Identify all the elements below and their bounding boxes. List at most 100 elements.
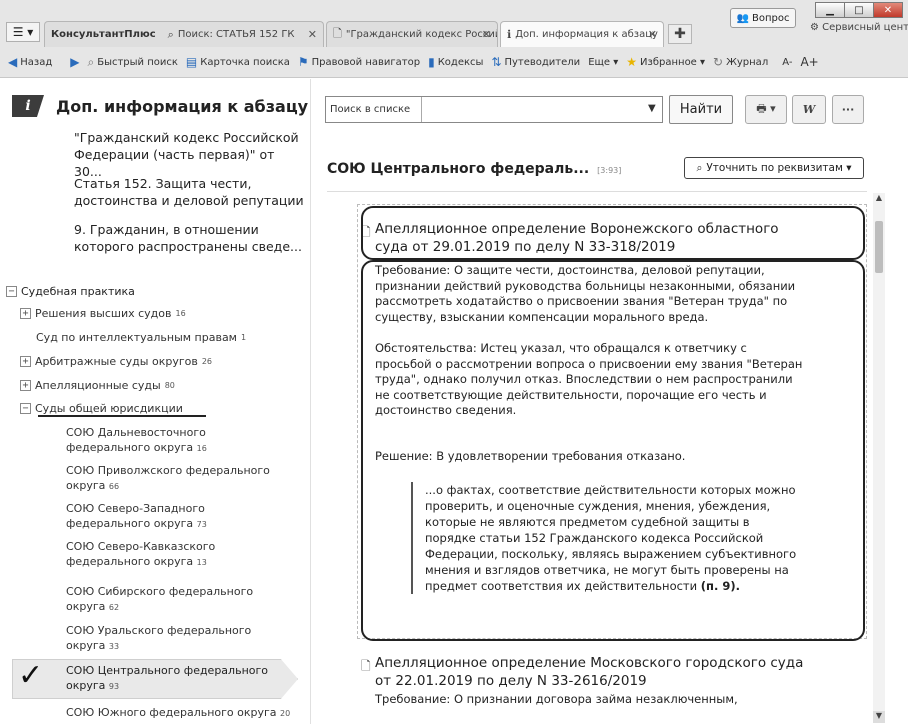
court-item[interactable]: СОЮ Сибирского федерального округа 62	[66, 584, 292, 615]
favorites-label: Избранное ▾	[640, 56, 706, 68]
tree-item-label: Решения высших судов	[35, 307, 172, 320]
left-panel: i Доп. информация к абзацу "Гражданский …	[0, 79, 310, 724]
tree-root-label: Судебная практика	[21, 285, 135, 298]
count-badge: 66	[108, 482, 120, 491]
divider	[421, 97, 422, 122]
new-tab-button[interactable]: ✚	[668, 24, 692, 44]
arrow-left-icon: ◀	[8, 55, 18, 69]
info-icon: i	[12, 95, 44, 117]
tab-civil-code[interactable]: 🗋 "Гражданский кодекс Россий ✕	[326, 21, 498, 47]
right-panel: Поиск в списке ▼ Найти 🖶 ▾ W ··· СОЮ Цен…	[310, 79, 908, 724]
close-tab-icon[interactable]: ✕	[308, 28, 317, 41]
tree-item-label: Арбитражные суды округов	[35, 355, 198, 368]
main-menu-button[interactable]: ☰ ▾	[6, 22, 40, 42]
book-icon: ▮	[428, 55, 435, 69]
quick-search-label: Быстрый поиск	[97, 56, 178, 68]
court-item[interactable]: СОЮ Приволжского федерального округа 66	[66, 463, 292, 494]
legal-navigator-button[interactable]: ⚑ Правовой навигатор	[298, 55, 420, 69]
minimize-icon[interactable]: ▁	[815, 2, 845, 18]
codes-button[interactable]: ▮ Кодексы	[428, 55, 483, 69]
document-title: СОЮ Центрального федераль...	[327, 161, 590, 177]
tree-root-judicial-practice[interactable]: − Судебная практика	[6, 285, 135, 298]
search-card-button[interactable]: ▤ Карточка поиска	[186, 55, 290, 69]
star-icon: ★	[626, 55, 638, 69]
search-field-label: Поиск в списке	[330, 104, 411, 115]
forward-button[interactable]: ▶	[60, 55, 79, 69]
tree-item-appeal-courts[interactable]: + Апелляционные суды 80	[20, 379, 175, 392]
count-badge: 20	[280, 709, 291, 718]
navigation-bar: ◀ Назад ▶ ⌕ Быстрый поиск ▤ Карточка пои…	[0, 50, 908, 74]
highlight-frame-body	[361, 260, 865, 641]
more-options-button[interactable]: ···	[832, 95, 864, 124]
expand-icon[interactable]: +	[20, 356, 31, 367]
count-badge: 93	[108, 682, 120, 691]
refine-label: Уточнить по реквизитам ▾	[706, 162, 852, 174]
court-item[interactable]: СОЮ Южного федерального округа 20	[66, 705, 292, 721]
scroll-down-icon[interactable]: ▼	[873, 711, 885, 723]
court-item[interactable]: СОЮ Северо-Кавказского федерального окру…	[66, 539, 292, 570]
info-icon: ℹ	[507, 28, 512, 41]
document-icon: 🗋	[361, 659, 371, 673]
context-link-code[interactable]: "Гражданский кодекс Российской Федерации…	[74, 129, 306, 180]
tree-item-arbitration-courts[interactable]: + Арбитражные суды округов 26	[20, 355, 212, 368]
maximize-icon[interactable]: □	[844, 2, 874, 18]
flag-icon: ⚑	[297, 55, 309, 69]
expand-icon[interactable]: +	[20, 308, 31, 319]
court-item-selected[interactable]: СОЮ Центрального федерального округа 93	[66, 663, 292, 694]
tree-item-ip-court[interactable]: Суд по интеллектуальным правам 1	[36, 331, 246, 344]
close-tab-icon[interactable]: ✕	[482, 28, 491, 41]
back-button[interactable]: ◀ Назад	[8, 55, 52, 69]
court-item[interactable]: СОЮ Уральского федерального округа 33	[66, 623, 292, 654]
vertical-scrollbar[interactable]: ▲ ▼	[873, 193, 885, 723]
tab-bar: ☰ ▾ КонсультантПлюс ⌕ Поиск: СТАТЬЯ 152 …	[0, 18, 908, 47]
font-smaller-label: A-	[782, 56, 793, 68]
case-title-link[interactable]: Апелляционное определение Московского го…	[375, 654, 815, 690]
expand-icon[interactable]: +	[20, 380, 31, 391]
tab-additional-info[interactable]: ℹ Доп. информация к абзацу ✕	[500, 21, 664, 47]
search-icon: ⌕	[87, 54, 95, 69]
court-item[interactable]: СОЮ Северо-Западного федерального округа…	[66, 501, 292, 532]
tree-item-higher-courts[interactable]: + Решения высших судов 16	[20, 307, 186, 320]
printer-icon: 🖶 ▾	[756, 102, 776, 115]
guides-button[interactable]: ⇅ Путеводители	[491, 55, 580, 69]
context-link-paragraph[interactable]: 9. Гражданин, в отношении которого распр…	[74, 221, 306, 255]
highlight-frame-title	[361, 206, 865, 260]
count-badge: 80	[164, 381, 175, 390]
scroll-up-icon[interactable]: ▲	[873, 193, 885, 205]
font-larger-button[interactable]: A+	[800, 55, 818, 69]
tree-item-general-courts[interactable]: − Суды общей юрисдикции	[20, 402, 183, 415]
collapse-icon[interactable]: −	[6, 286, 17, 297]
dropdown-arrow-icon[interactable]: ▼	[648, 103, 656, 114]
font-smaller-button[interactable]: A-	[782, 57, 792, 68]
court-item[interactable]: СОЮ Дальневосточного федерального округа…	[66, 425, 292, 456]
find-button[interactable]: Найти	[669, 95, 733, 124]
favorites-menu[interactable]: ★ Избранное ▾	[626, 55, 705, 69]
print-button[interactable]: 🖶 ▾	[745, 95, 787, 124]
refine-by-details-button[interactable]: ⌕ Уточнить по реквизитам ▾	[684, 157, 864, 179]
case-requirement-text: Требование: О признании договора займа н…	[375, 692, 738, 706]
more-menu[interactable]: Еще ▾	[588, 57, 618, 68]
panel-title: Доп. информация к абзацу	[56, 96, 309, 116]
close-tab-icon[interactable]: ✕	[648, 28, 657, 41]
window-controls: ▁ □ ✕	[815, 2, 903, 18]
signpost-icon: ⇅	[491, 55, 502, 69]
quick-search-button[interactable]: ⌕ Быстрый поиск	[87, 55, 177, 70]
document-header: СОЮ Центрального федераль... [3:93]	[327, 161, 621, 177]
font-larger-label: A+	[800, 55, 819, 69]
search-input[interactable]	[424, 99, 642, 120]
search-icon: ⌕	[696, 161, 703, 174]
word-export-button[interactable]: W	[792, 95, 826, 124]
close-icon[interactable]: ✕	[873, 2, 903, 18]
context-link-article[interactable]: Статья 152. Защита чести, достоинства и …	[74, 175, 306, 209]
tab-search[interactable]: КонсультантПлюс ⌕ Поиск: СТАТЬЯ 152 ГК ✕	[44, 21, 324, 47]
journal-button[interactable]: ↻ Журнал	[713, 55, 768, 69]
tab-label: Доп. информация к абзацу	[515, 29, 658, 40]
court-label: СОЮ Северо-Кавказского федерального окру…	[66, 540, 216, 568]
scroll-thumb[interactable]	[875, 221, 883, 273]
court-label: СОЮ Северо-Западного федерального округа	[66, 502, 205, 530]
collapse-icon[interactable]: −	[20, 403, 31, 414]
word-icon: W	[802, 103, 816, 116]
list-search-field[interactable]: Поиск в списке ▼	[325, 96, 663, 123]
guides-label: Путеводители	[504, 56, 581, 68]
window-chrome: 👥 Вопрос ▁ □ ✕ ⚙ Сервисный центр ☰ ▾ Кон…	[0, 0, 908, 78]
